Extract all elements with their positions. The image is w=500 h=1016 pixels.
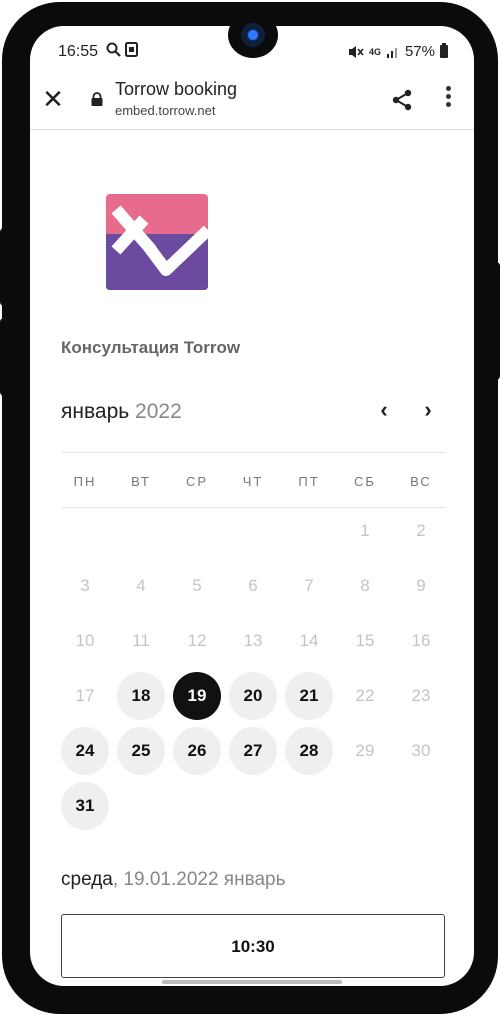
calendar-day[interactable]: 25: [117, 727, 165, 775]
calendar-day: 22: [355, 686, 375, 705]
month-year: 2022: [135, 400, 182, 423]
chevron-left-icon[interactable]: ‹: [372, 398, 396, 422]
network-type: 4G: [368, 46, 381, 57]
more-options-icon[interactable]: [446, 86, 452, 110]
service-name: Консультация Torrow: [61, 338, 241, 357]
calendar-day[interactable]: 18: [117, 672, 165, 720]
calendar-day[interactable]: 26: [173, 727, 221, 775]
calendar-day: 29: [355, 741, 375, 760]
calendar-day: 7: [304, 576, 314, 595]
selected-weekday: среда: [61, 869, 113, 890]
status-time: 16:55: [58, 43, 99, 60]
gesture-bar: [162, 980, 342, 984]
lock-icon: [91, 92, 103, 106]
image-icon: [125, 42, 138, 57]
calendar-day: 13: [243, 631, 263, 650]
calendar-day: 30: [411, 741, 431, 760]
calendar-day: 14: [299, 631, 319, 650]
calendar-day: 6: [248, 576, 258, 595]
weekday-label: ВС: [410, 474, 432, 489]
weekday-label: СР: [185, 474, 209, 489]
battery-icon: [440, 43, 448, 58]
close-icon[interactable]: ✕: [40, 86, 66, 112]
selected-date-detail: , 19.01.2022 январь: [112, 869, 286, 890]
calendar-day[interactable]: 27: [229, 727, 277, 775]
weekday-label: ЧТ: [242, 474, 264, 489]
volume-button: [0, 228, 8, 306]
calendar-day: 5: [192, 576, 202, 595]
calendar-day: 3: [80, 576, 90, 595]
page-url[interactable]: embed.torrow.net: [115, 103, 215, 118]
side-button: [492, 262, 500, 380]
weekday-label: СБ: [354, 474, 376, 489]
mute-icon: [348, 45, 364, 58]
power-button: [0, 318, 8, 396]
battery-percent: 57%: [404, 43, 435, 60]
page-title: Torrow booking: [115, 79, 238, 99]
divider: [61, 507, 445, 508]
front-camera: [228, 12, 278, 58]
screen: 16:55 4G 57% ✕ Torrow booking embed.torr…: [30, 26, 474, 986]
calendar-day[interactable]: 28: [285, 727, 333, 775]
calendar-day[interactable]: 20: [229, 672, 277, 720]
calendar-day: 12: [187, 631, 207, 650]
calendar-day: 4: [136, 576, 146, 595]
calendar-day: 15: [355, 631, 375, 650]
divider: [61, 452, 445, 453]
search-icon: [106, 42, 121, 57]
weekday-label: ВТ: [131, 474, 151, 489]
browser-toolbar: ✕ Torrow booking embed.torrow.net: [30, 72, 474, 130]
selected-date-label: среда, 19.01.2022 январь: [61, 869, 286, 891]
weekday-label: ПТ: [298, 474, 320, 489]
torrow-logo: [106, 194, 208, 290]
calendar-day[interactable]: 31: [61, 782, 109, 830]
calendar-day[interactable]: 24: [61, 727, 109, 775]
calendar-day[interactable]: 21: [285, 672, 333, 720]
calendar-day: 11: [132, 631, 150, 650]
weekday-label: ПН: [73, 474, 97, 489]
calendar-day: 17: [75, 686, 95, 705]
calendar-day: 1: [360, 521, 370, 540]
calendar-day: 8: [360, 576, 370, 595]
calendar-day-selected[interactable]: 19: [173, 672, 221, 720]
signal-icon: [386, 47, 397, 58]
calendar-day: 2: [416, 521, 426, 540]
month-name: январь: [61, 400, 130, 423]
time-slot-button[interactable]: 10:30: [61, 914, 445, 978]
chevron-right-icon[interactable]: ›: [416, 398, 440, 422]
month-label: январь 2022: [61, 400, 182, 424]
calendar-day: 9: [416, 576, 426, 595]
calendar-day: 10: [75, 631, 95, 650]
share-icon[interactable]: [390, 88, 414, 112]
calendar-day: 16: [411, 631, 431, 650]
calendar-day: 23: [411, 686, 431, 705]
